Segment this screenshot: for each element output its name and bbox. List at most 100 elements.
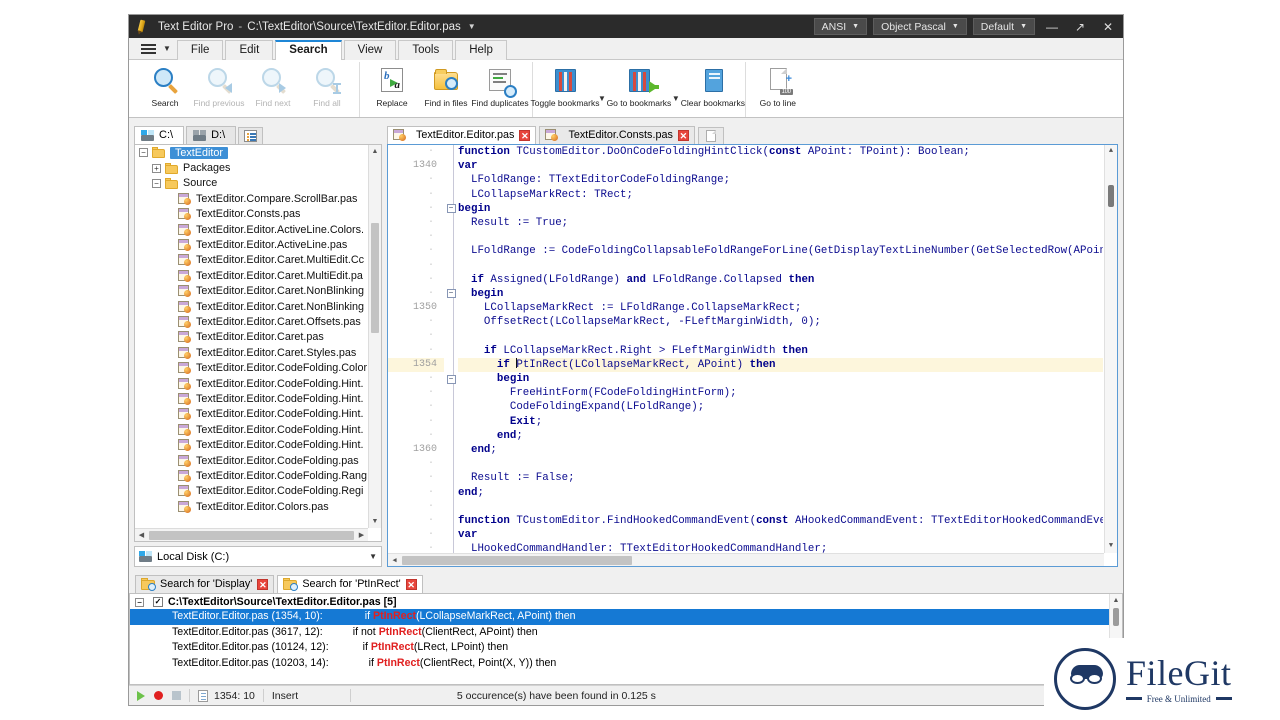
replace-button[interactable]: ba Replace [365,62,419,108]
goto-bookmarks-chevron-down-icon[interactable]: ▼ [672,76,680,103]
search-result-row[interactable]: TextEditor.Editor.pas (1354, 10):if PtIn… [130,609,1122,625]
main-menu-button[interactable] [135,39,161,59]
clear-bookmarks-button[interactable]: Clear bookmarks [686,62,740,108]
file-tree-item[interactable]: TextEditor.Editor.Caret.MultiEdit.Cc [135,253,381,268]
file-tree-item[interactable]: TextEditor.Editor.CodeFolding.Hint. [135,407,381,422]
scrollbar-thumb[interactable] [1108,185,1114,207]
editor-vertical-scrollbar[interactable]: ▲ ▼ [1104,145,1117,553]
goto-line-button[interactable]: +100 Go to line [751,62,805,108]
group-expander-icon[interactable]: − [135,598,144,607]
file-tree-item[interactable]: TextEditor.Editor.Caret.pas [135,330,381,345]
insert-mode-cell[interactable]: Insert [264,686,350,705]
file-tree-item[interactable]: TextEditor.Editor.CodeFolding.Regi [135,484,381,499]
new-tab-button[interactable] [698,127,724,144]
play-icon[interactable] [137,691,145,701]
scroll-left-icon[interactable]: ◀ [135,531,148,539]
search-button[interactable]: Search [138,62,192,108]
tab-edit[interactable]: Edit [225,40,273,60]
file-tree-vertical-scrollbar[interactable]: ▲ ▼ [368,145,381,528]
scrollbar-thumb[interactable] [371,223,379,333]
minimize-button[interactable]: — [1041,16,1063,37]
goto-bookmarks-button[interactable]: Go to bookmarks [612,62,666,108]
fold-toggle-icon[interactable]: − [444,287,458,301]
close-button[interactable]: ✕ [1097,16,1119,37]
file-tree[interactable]: −TextEditor+Packages−SourceTextEditor.Co… [134,144,382,542]
file-tree-item[interactable]: TextEditor.Editor.Caret.NonBlinking [135,299,381,314]
close-icon[interactable]: ✕ [257,579,268,590]
file-tree-item[interactable]: TextEditor.Editor.ActiveLine.pas [135,237,381,252]
close-icon[interactable]: ✕ [519,130,530,141]
find-next-button[interactable]: Find next [246,62,300,108]
tab-help[interactable]: Help [455,40,507,60]
close-icon[interactable]: ✕ [406,579,417,590]
fold-toggle-icon[interactable]: − [444,372,458,386]
toggle-bookmarks-button[interactable]: Toggle bookmarks [538,62,592,108]
tab-search[interactable]: Search [275,40,341,60]
record-icon[interactable] [154,691,163,700]
file-tree-item[interactable]: TextEditor.Editor.CodeFolding.Hint. [135,422,381,437]
file-tree-item[interactable]: TextEditor.Editor.Caret.MultiEdit.pa [135,268,381,283]
file-tree-item[interactable]: TextEditor.Editor.Caret.NonBlinking [135,284,381,299]
main-menu-chevron-down-icon[interactable]: ▼ [163,44,171,53]
file-tree-item[interactable]: −TextEditor [135,145,381,160]
results-tab-display[interactable]: Search for 'Display' ✕ [135,575,274,593]
find-previous-button[interactable]: Find previous [192,62,246,108]
search-result-row[interactable]: TextEditor.Editor.pas (3617, 12):if not … [130,625,1122,641]
code-text-area[interactable]: function TCustomEditor.DoOnCodeFoldingHi… [458,145,1103,553]
maximize-button[interactable]: ↗ [1069,16,1091,37]
theme-selector[interactable]: Default ▼ [973,18,1035,35]
scroll-up-icon[interactable]: ▲ [1105,145,1117,158]
close-icon[interactable]: ✕ [678,130,689,141]
file-tree-item[interactable]: TextEditor.Editor.Caret.Offsets.pas [135,314,381,329]
scroll-up-icon[interactable]: ▲ [369,145,381,158]
scroll-down-icon[interactable]: ▼ [369,515,381,528]
search-results-list[interactable]: − ✓ C:\TextEditor\Source\TextEditor.Edit… [129,593,1123,685]
scrollbar-thumb[interactable] [1113,608,1119,626]
file-tree-item[interactable]: TextEditor.Editor.CodeFolding.Hint. [135,437,381,452]
file-tree-item[interactable]: TextEditor.Editor.Caret.Styles.pas [135,345,381,360]
group-checkbox[interactable]: ✓ [153,597,163,607]
drive-selector[interactable]: Local Disk (C:) ▼ [134,546,382,567]
file-tree-item[interactable]: TextEditor.Editor.CodeFolding.Hint. [135,376,381,391]
file-tree-item[interactable]: TextEditor.Editor.CodeFolding.Hint. [135,391,381,406]
tree-expander-icon[interactable]: + [152,164,161,173]
encoding-selector[interactable]: ANSI ▼ [814,18,867,35]
file-tree-item[interactable]: TextEditor.Editor.Colors.pas [135,499,381,514]
results-group-header[interactable]: − ✓ C:\TextEditor\Source\TextEditor.Edit… [130,594,1122,609]
editor-tab-texteditor-consts[interactable]: TextEditor.Consts.pas ✕ [539,126,694,144]
editor-tab-texteditor-editor[interactable]: TextEditor.Editor.pas ✕ [387,126,536,144]
results-tab-ptinrect[interactable]: Search for 'PtInRect' ✕ [277,575,422,593]
file-tree-item[interactable]: +Packages [135,160,381,175]
drive-tab-c[interactable]: C:\ [134,126,184,144]
editor-horizontal-scrollbar[interactable]: ◀ [388,553,1104,566]
find-all-button[interactable]: Find all [300,62,354,108]
code-editor[interactable]: ·1340·········1350···1354·····1360······… [387,144,1118,567]
file-path-dropdown-icon[interactable]: ▼ [468,22,476,31]
file-tree-horizontal-scrollbar[interactable]: ◀ ▶ [135,528,368,541]
stop-icon[interactable] [172,691,181,700]
file-tree-item[interactable]: TextEditor.Editor.CodeFolding.pas [135,453,381,468]
code-folding-gutter[interactable]: − − − [444,145,458,553]
language-selector[interactable]: Object Pascal ▼ [873,18,967,35]
tab-file[interactable]: File [177,40,224,60]
search-result-row[interactable]: TextEditor.Editor.pas (10124, 12):if PtI… [130,640,1122,656]
file-tree-item[interactable]: TextEditor.Compare.ScrollBar.pas [135,191,381,206]
file-tree-item[interactable]: TextEditor.Editor.CodeFolding.Color [135,360,381,375]
file-tree-item[interactable]: TextEditor.Editor.ActiveLine.Colors. [135,222,381,237]
find-duplicates-button[interactable]: Find duplicates [473,62,527,108]
scroll-down-icon[interactable]: ▼ [1105,540,1117,553]
list-view-tab[interactable] [238,127,263,144]
tree-expander-icon[interactable]: − [152,179,161,188]
tab-view[interactable]: View [344,40,397,60]
fold-toggle-icon[interactable]: − [444,202,458,216]
file-tree-item[interactable]: TextEditor.Consts.pas [135,207,381,222]
drive-tab-d[interactable]: D:\ [186,126,236,144]
tab-tools[interactable]: Tools [398,40,453,60]
caret-position-cell[interactable]: 1354: 10 [190,686,263,705]
scrollbar-thumb[interactable] [149,531,354,540]
scrollbar-thumb[interactable] [402,556,632,565]
file-tree-item[interactable]: TextEditor.Editor.CodeFolding.Rang [135,468,381,483]
scroll-right-icon[interactable]: ▶ [355,531,368,539]
tree-expander-icon[interactable]: − [139,148,148,157]
search-result-row[interactable]: TextEditor.Editor.pas (10203, 14):if PtI… [130,656,1122,672]
